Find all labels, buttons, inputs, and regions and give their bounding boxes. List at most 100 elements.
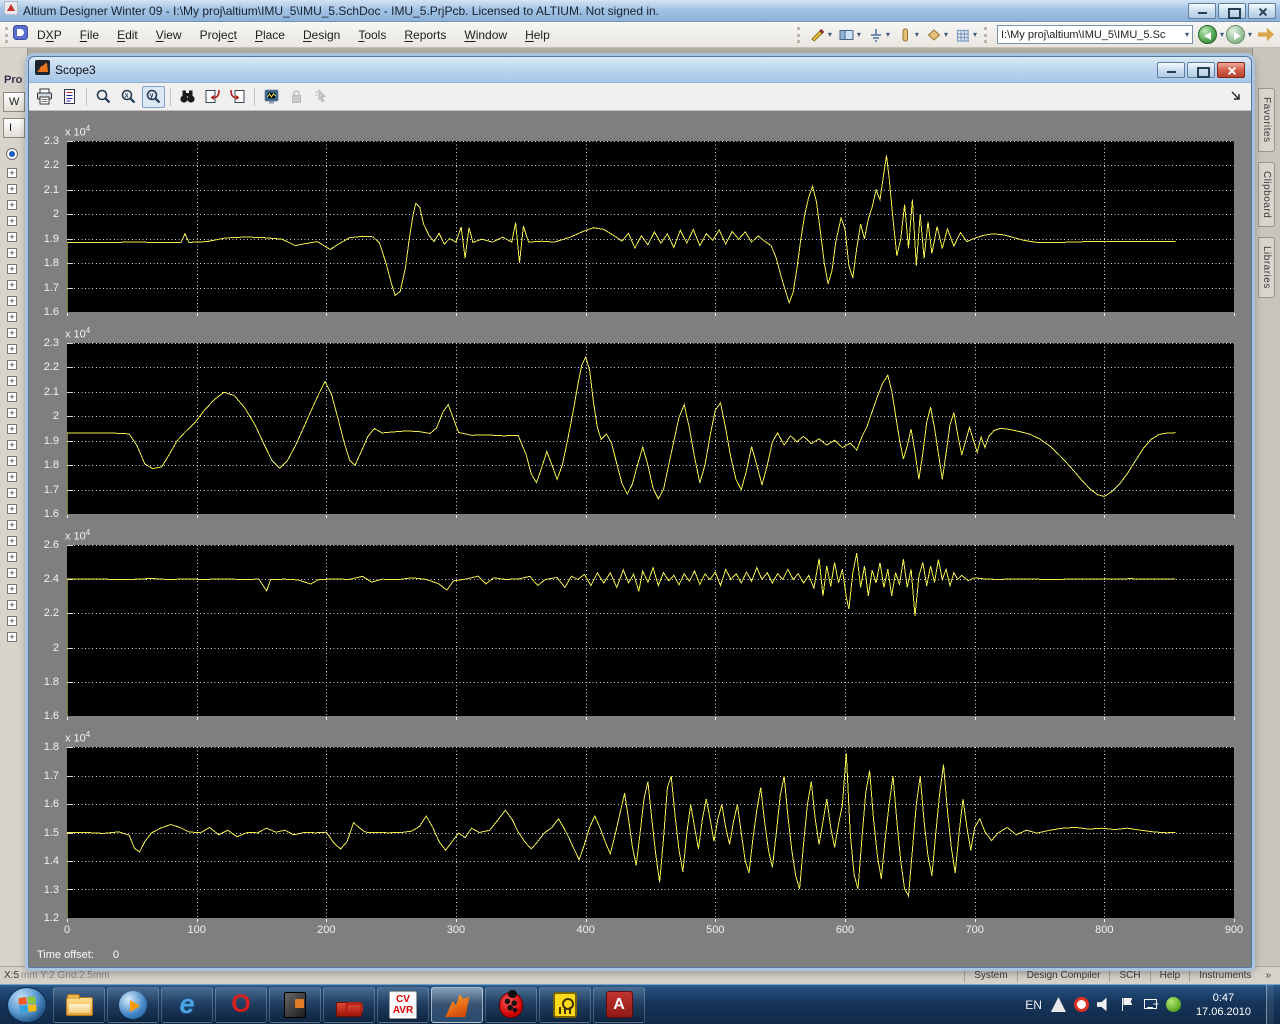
taskbar-button-toolbox[interactable] [323, 987, 375, 1023]
toolbar-grip[interactable] [984, 27, 989, 43]
language-indicator[interactable]: EN [1025, 998, 1042, 1012]
status-tab-help[interactable]: Help [1150, 969, 1190, 982]
power-port-button[interactable]: ▾ [865, 25, 892, 45]
parameters-icon[interactable] [58, 86, 81, 108]
zoom-y-icon[interactable]: y [142, 86, 165, 108]
panel-tab-libraries[interactable]: Libraries [1258, 237, 1275, 298]
taskbar-button-opera[interactable]: O [215, 987, 267, 1023]
tree-expander[interactable]: + [7, 184, 17, 194]
hidden-icons-icon[interactable] [1051, 997, 1066, 1012]
tree-expander[interactable]: + [7, 392, 17, 402]
tree-expander[interactable]: + [7, 472, 17, 482]
part-button[interactable]: ▾ [894, 25, 921, 45]
maximize-button[interactable] [1218, 3, 1246, 19]
menu-tools[interactable]: Tools [349, 24, 395, 46]
tree-expander[interactable]: + [7, 328, 17, 338]
minimize-button[interactable] [1188, 3, 1216, 19]
signal-selection-icon[interactable] [310, 86, 333, 108]
tree-expander[interactable]: + [7, 536, 17, 546]
taskbar-button-pin-tool[interactable] [539, 987, 591, 1023]
document-path-combobox[interactable]: I:\My proj\altium\IMU_5\IMU_5.Sc▾ [997, 25, 1193, 44]
chevron-down-icon[interactable]: ▾ [857, 30, 861, 39]
tree-expander[interactable]: + [7, 504, 17, 514]
sheet-symbol-button[interactable]: ▾ [836, 25, 863, 45]
opera-tray-icon[interactable] [1074, 997, 1089, 1012]
minimize-button[interactable] [1157, 62, 1185, 78]
menu-help[interactable]: Help [516, 24, 559, 46]
restore-axes-icon[interactable] [226, 86, 249, 108]
tree-expander[interactable]: + [7, 248, 17, 258]
tree-expander[interactable]: + [7, 232, 17, 242]
status-tab-system[interactable]: System [964, 969, 1016, 982]
tree-expander[interactable]: + [7, 568, 17, 578]
tree-expander[interactable]: + [7, 376, 17, 386]
workspace-button[interactable]: W [3, 92, 25, 112]
close-button[interactable] [1217, 62, 1245, 78]
toolbar-grip[interactable] [5, 27, 10, 43]
taskbar-button-matlab[interactable] [431, 987, 483, 1023]
action-center-icon[interactable] [1120, 997, 1135, 1012]
taskbar-button-explorer[interactable] [53, 987, 105, 1023]
tree-expander[interactable]: + [7, 440, 17, 450]
menu-project[interactable]: Project [191, 24, 246, 46]
zoom-x-icon[interactable]: x [117, 86, 140, 108]
taskbar-button-ladybug[interactable] [485, 987, 537, 1023]
chevron-down-icon[interactable]: ▾ [1220, 30, 1224, 39]
scope-plot-2[interactable] [67, 343, 1234, 514]
menu-reports[interactable]: Reports [395, 24, 455, 46]
tree-expander[interactable]: + [7, 488, 17, 498]
menu-view[interactable]: View [147, 24, 191, 46]
menu-place[interactable]: Place [246, 24, 294, 46]
taskbar-button-reader[interactable] [269, 987, 321, 1023]
tree-expander[interactable]: + [7, 216, 17, 226]
maximize-button[interactable] [1187, 62, 1215, 78]
tree-expander[interactable]: + [7, 264, 17, 274]
print-icon[interactable] [33, 86, 56, 108]
chevron-down-icon[interactable]: ▾ [915, 30, 919, 39]
panel-tab-favorites[interactable]: Favorites [1258, 88, 1275, 152]
volume-icon[interactable] [1097, 997, 1112, 1012]
taskbar-button-adobe-reader[interactable]: A [593, 987, 645, 1023]
panel-tab-clipboard[interactable]: Clipboard [1258, 162, 1275, 227]
toolbar-grip[interactable] [797, 27, 802, 43]
grid-button[interactable]: ▾ [952, 25, 979, 45]
chevron-down-icon[interactable]: ▾ [973, 30, 977, 39]
back-button[interactable] [1198, 25, 1217, 44]
taskbar-button-media-player[interactable] [107, 987, 159, 1023]
tree-expander[interactable]: + [7, 424, 17, 434]
forward-button[interactable] [1226, 25, 1245, 44]
zoom-icon[interactable] [92, 86, 115, 108]
menu-window[interactable]: Window [455, 24, 516, 46]
chevron-down-icon[interactable]: ▾ [1248, 30, 1252, 39]
home-arrow-icon[interactable] [1258, 28, 1274, 42]
wiring-tool-button[interactable]: ▾ [807, 25, 834, 45]
tree-expander[interactable]: + [7, 600, 17, 610]
chevron-down-icon[interactable]: ▾ [828, 30, 832, 39]
status-tab-sch[interactable]: SCH [1109, 969, 1149, 982]
tree-expander[interactable]: + [7, 632, 17, 642]
menu-dxp[interactable]: DXP [28, 24, 71, 46]
scope-plot-3[interactable] [67, 545, 1234, 716]
project-button[interactable]: I [3, 118, 25, 138]
tree-expander[interactable]: + [7, 456, 17, 466]
tree-expander[interactable]: + [7, 296, 17, 306]
lock-icon[interactable] [285, 86, 308, 108]
chevron-down-icon[interactable]: ▾ [944, 30, 948, 39]
tree-expander[interactable]: + [7, 360, 17, 370]
tree-expander[interactable]: + [7, 168, 17, 178]
tree-expander[interactable]: + [7, 200, 17, 210]
tree-expander[interactable]: + [7, 312, 17, 322]
statusbar-more[interactable]: » [1260, 970, 1276, 981]
status-tab-design-compiler[interactable]: Design Compiler [1017, 969, 1110, 982]
menu-file[interactable]: File [71, 24, 108, 46]
tree-expander[interactable]: + [7, 520, 17, 530]
scope-plot-1[interactable] [67, 141, 1234, 312]
menu-design[interactable]: Design [294, 24, 349, 46]
autoscale-icon[interactable] [176, 86, 199, 108]
status-tab-instruments[interactable]: Instruments [1189, 969, 1260, 982]
floating-scope-icon[interactable] [260, 86, 283, 108]
tree-expander[interactable]: + [7, 584, 17, 594]
toolbar-overflow-icon[interactable] [1231, 88, 1241, 106]
close-button[interactable] [1248, 3, 1276, 19]
chevron-down-icon[interactable]: ▾ [1185, 30, 1189, 39]
